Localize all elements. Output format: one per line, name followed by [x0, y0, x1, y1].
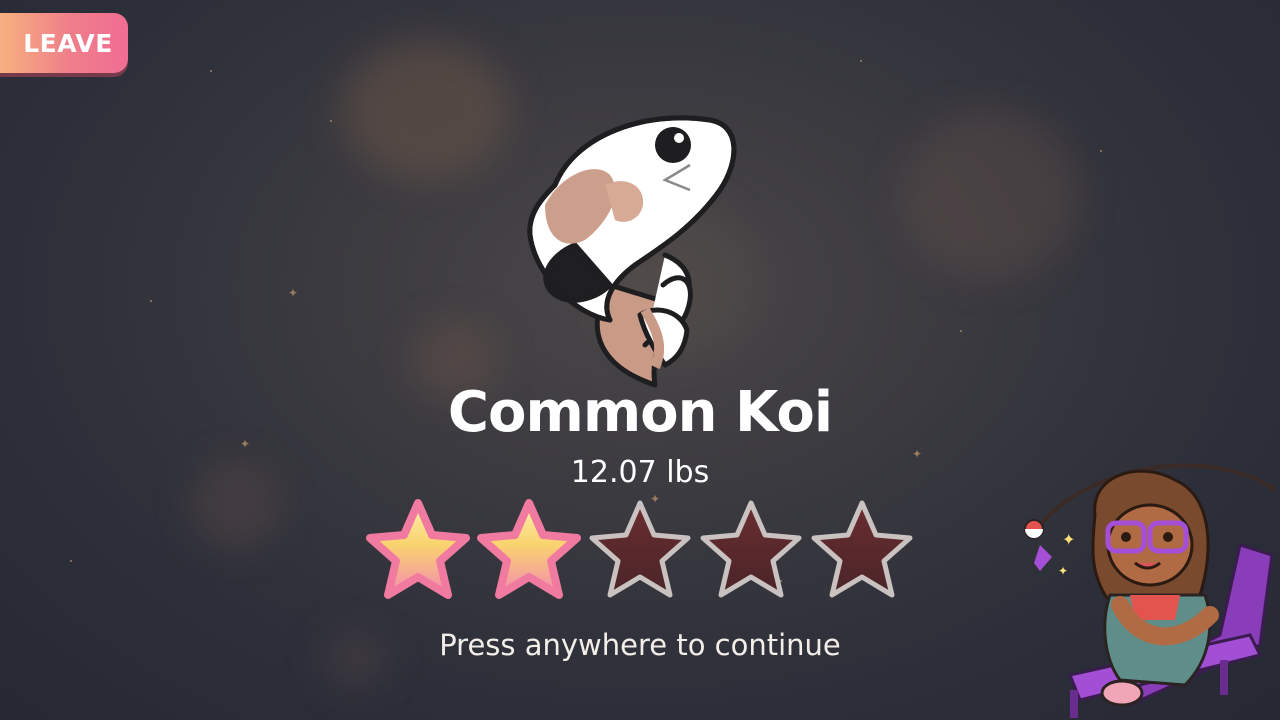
dust-particle: [210, 70, 212, 72]
star-filled-icon: [481, 503, 577, 595]
sparkle-icon: ✦: [288, 286, 299, 300]
svg-text:✦: ✦: [1062, 530, 1075, 549]
leave-button[interactable]: LEAVE: [0, 13, 128, 73]
dust-particle: [960, 330, 962, 332]
koi-fish-illustration: [527, 115, 737, 388]
bokeh-light: [900, 110, 1080, 280]
fishing-girl-character: ✦ ✦: [1024, 463, 1277, 718]
dust-particle: [150, 300, 152, 302]
star-empty-icon: [814, 503, 910, 595]
star-empty-icon: [703, 503, 799, 595]
dust-particle: [330, 120, 332, 122]
fish-name-title: Common Koi: [447, 380, 833, 445]
star-rating: [362, 496, 922, 606]
svg-text:✦: ✦: [1058, 564, 1068, 578]
star-empty-icon: [592, 503, 688, 595]
star-filled-icon: [370, 503, 466, 595]
bokeh-light: [340, 40, 510, 180]
dust-particle: [70, 560, 72, 562]
dust-particle: [1100, 150, 1102, 152]
dust-particle: [860, 60, 862, 62]
